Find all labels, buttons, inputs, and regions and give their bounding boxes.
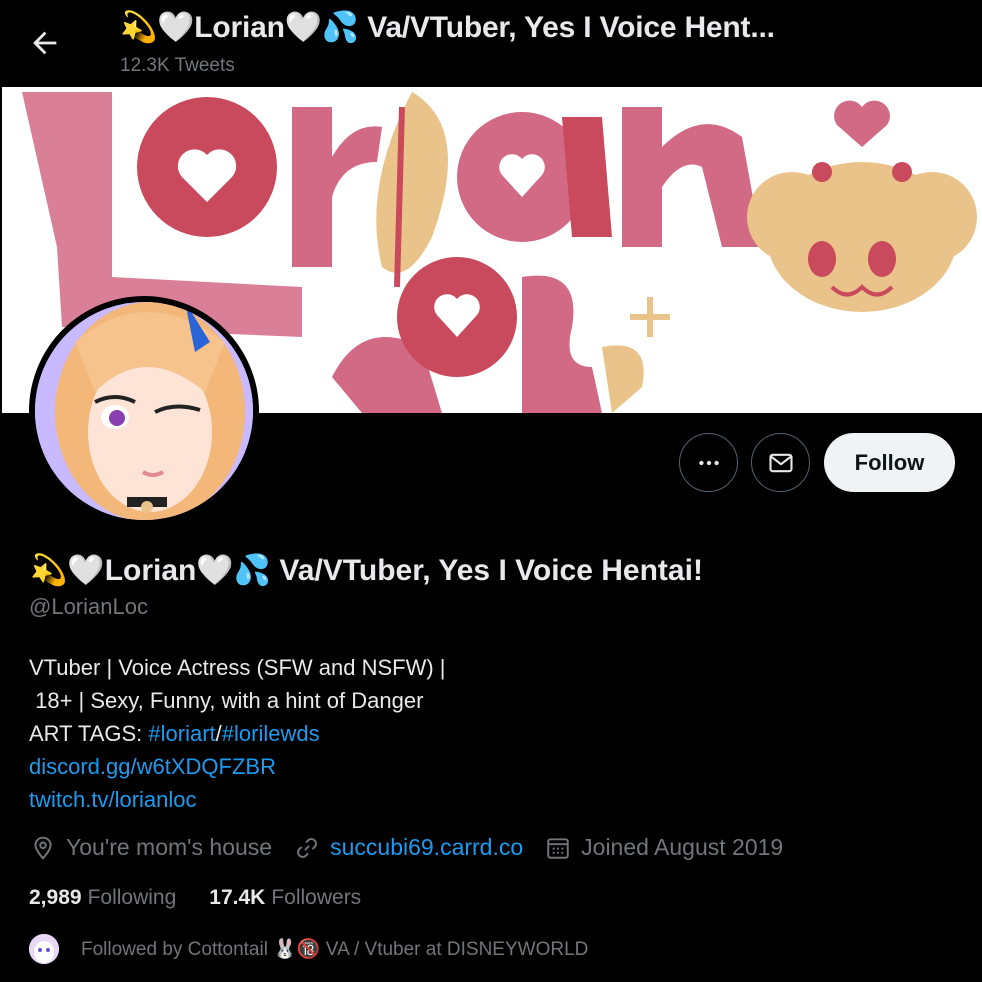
followers-label: Followers bbox=[271, 886, 362, 909]
discord-link[interactable]: discord.gg/w6tXDQFZBR bbox=[29, 750, 446, 783]
follower-avatar bbox=[29, 934, 59, 964]
location-item: You're mom's house bbox=[30, 834, 272, 861]
followed-by[interactable]: Followed by Cottontail 🐰🔞 VA / Vtuber at… bbox=[29, 934, 588, 964]
location-pin-icon bbox=[34, 836, 52, 860]
user-handle: @LorianLoc bbox=[29, 594, 148, 619]
hashtag-link[interactable]: #loriart bbox=[148, 721, 215, 746]
bio-text: ART TAGS: bbox=[29, 721, 149, 746]
bio: VTuber | Voice Actress (SFW and NSFW) | … bbox=[29, 651, 446, 816]
display-name: 💫🤍Lorian🤍💦 Va/VTuber, Yes I Voice Hentai… bbox=[30, 554, 703, 587]
profile-avatar[interactable] bbox=[29, 296, 259, 526]
top-bar: 💫🤍Lorian🤍💦 Va/VTuber, Yes I Voice Hent..… bbox=[0, 0, 982, 87]
joined-text: Joined August 2019 bbox=[581, 834, 784, 860]
envelope-icon bbox=[768, 453, 793, 472]
website-item: succubi69.carrd.co bbox=[294, 834, 523, 861]
follow-stats: 2,989 Following 17.4K Followers bbox=[29, 886, 394, 910]
followers-link[interactable]: 17.4K Followers bbox=[209, 886, 361, 910]
avatar-image bbox=[35, 302, 253, 520]
following-link[interactable]: 2,989 Following bbox=[29, 886, 176, 910]
profile-meta: You're mom's house succubi69.carrd.co Jo… bbox=[30, 834, 805, 861]
following-count: 2,989 bbox=[29, 886, 82, 909]
followers-count: 17.4K bbox=[209, 886, 266, 909]
message-button[interactable] bbox=[751, 433, 810, 492]
bio-line: 18+ | Sexy, Funny, with a hint of Danger bbox=[29, 688, 424, 713]
hashtag-link[interactable]: #lorilewds bbox=[222, 721, 320, 746]
header-title: 💫🤍Lorian🤍💦 Va/VTuber, Yes I Voice Hent..… bbox=[120, 11, 775, 44]
website-link[interactable]: succubi69.carrd.co bbox=[330, 834, 523, 861]
followed-by-text: Followed by Cottontail 🐰🔞 VA / Vtuber at… bbox=[81, 939, 589, 960]
joined-item: Joined August 2019 bbox=[545, 834, 783, 861]
bio-line: VTuber | Voice Actress (SFW and NSFW) | bbox=[29, 655, 446, 680]
more-icon bbox=[698, 460, 719, 465]
more-options-button[interactable] bbox=[679, 433, 738, 492]
calendar-icon bbox=[547, 837, 569, 859]
back-arrow-icon[interactable] bbox=[28, 26, 62, 60]
location-text: You're mom's house bbox=[66, 834, 273, 860]
twitch-link[interactable]: twitch.tv/lorianloc bbox=[29, 783, 446, 816]
tweet-count: 12.3K Tweets bbox=[120, 55, 235, 76]
bio-line: ART TAGS: #loriart/#lorilewds bbox=[29, 717, 446, 750]
follow-button[interactable]: Follow bbox=[824, 433, 955, 492]
following-label: Following bbox=[87, 886, 177, 909]
link-icon bbox=[297, 837, 317, 858]
